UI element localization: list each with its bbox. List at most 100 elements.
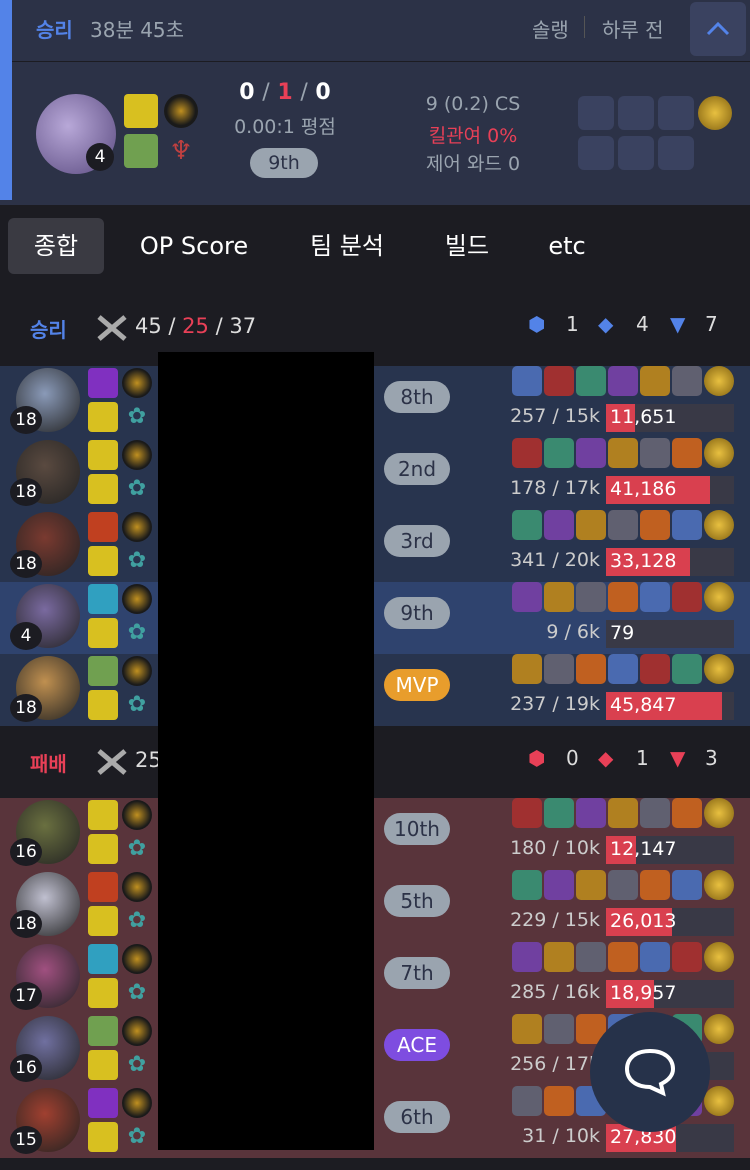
item-icon[interactable]: [544, 870, 574, 900]
tab-op-score[interactable]: OP Score: [124, 218, 264, 274]
item-icon[interactable]: [576, 654, 606, 684]
item-icon[interactable]: [608, 510, 638, 540]
item-icon[interactable]: [544, 438, 574, 468]
item-icon[interactable]: [512, 942, 542, 972]
summoner-spell-icon[interactable]: [88, 1016, 118, 1046]
summoner-spell-icon[interactable]: [88, 656, 118, 686]
item-icon[interactable]: [608, 654, 638, 684]
summoner-spell-icon[interactable]: [88, 690, 118, 720]
item-icon[interactable]: [640, 654, 670, 684]
item-icon[interactable]: [544, 798, 574, 828]
secondary-rune-icon[interactable]: ✿: [122, 690, 152, 720]
item-icon[interactable]: [544, 366, 574, 396]
item-icon[interactable]: [576, 942, 606, 972]
rune-icon[interactable]: [122, 1088, 152, 1118]
item-icon[interactable]: [576, 438, 606, 468]
item-icon[interactable]: [512, 1086, 542, 1116]
summoner-spell-icon[interactable]: [88, 618, 118, 648]
secondary-rune-icon[interactable]: ✿: [122, 1122, 152, 1152]
item-icon[interactable]: [608, 366, 638, 396]
summoner-spell-icon[interactable]: [88, 402, 118, 432]
secondary-rune-icon[interactable]: ✿: [122, 402, 152, 432]
summoner-spell-icon[interactable]: [88, 944, 118, 974]
player-row[interactable]: 18 ✿ 8th 257 / 15k 11,651: [0, 366, 750, 438]
secondary-rune-icon[interactable]: ✿: [122, 906, 152, 936]
summoner-spell-icon[interactable]: [88, 834, 118, 864]
item-icon[interactable]: [576, 798, 606, 828]
item-icon[interactable]: [640, 510, 670, 540]
rune-icon[interactable]: [122, 1016, 152, 1046]
tab-etc[interactable]: etc: [528, 218, 606, 274]
secondary-rune-icon[interactable]: ✿: [122, 618, 152, 648]
trinket-icon[interactable]: [704, 798, 734, 828]
player-row[interactable]: 4 ✿ 9th 9 / 6k 79: [0, 582, 750, 654]
trinket-icon[interactable]: [704, 366, 734, 396]
rune-icon[interactable]: [122, 800, 152, 830]
rune-icon[interactable]: [122, 440, 152, 470]
player-row[interactable]: 18 ✿ MVP 237 / 19k 45,847: [0, 654, 750, 726]
rune-icon[interactable]: [122, 368, 152, 398]
trinket-icon[interactable]: [698, 96, 732, 130]
secondary-rune-icon[interactable]: ✿: [122, 978, 152, 1008]
item-icon[interactable]: [512, 510, 542, 540]
player-row[interactable]: 18 ✿ 3rd 341 / 20k 33,128: [0, 510, 750, 582]
summoner-spell-icon[interactable]: [88, 440, 118, 470]
item-icon[interactable]: [672, 582, 702, 612]
summoner-spell-icon[interactable]: [88, 368, 118, 398]
keystone-rune-icon[interactable]: [164, 94, 198, 128]
player-row[interactable]: 16 ✿ 10th 180 / 10k 12,147: [0, 798, 750, 870]
item-icon[interactable]: [608, 870, 638, 900]
summoner-spell-icon[interactable]: [88, 1088, 118, 1118]
rune-icon[interactable]: [122, 512, 152, 542]
item-icon[interactable]: [672, 942, 702, 972]
player-row[interactable]: 18 ✿ 2nd 178 / 17k 41,186: [0, 438, 750, 510]
item-icon[interactable]: [576, 366, 606, 396]
trinket-icon[interactable]: [704, 870, 734, 900]
trinket-icon[interactable]: [704, 1014, 734, 1044]
secondary-rune-icon[interactable]: ✿: [122, 834, 152, 864]
rune-icon[interactable]: [122, 944, 152, 974]
tab-overview[interactable]: 종합: [8, 218, 104, 274]
item-icon[interactable]: [640, 438, 670, 468]
secondary-rune-icon[interactable]: ✿: [122, 1050, 152, 1080]
item-icon[interactable]: [544, 942, 574, 972]
item-icon[interactable]: [544, 582, 574, 612]
item-icon[interactable]: [672, 438, 702, 468]
tab-team-analysis[interactable]: 팀 분석: [290, 218, 404, 274]
item-icon[interactable]: [512, 438, 542, 468]
summoner-spell-icon[interactable]: [88, 800, 118, 830]
item-icon[interactable]: [608, 438, 638, 468]
item-icon[interactable]: [608, 798, 638, 828]
summoner-spell-icon[interactable]: [88, 1050, 118, 1080]
trinket-icon[interactable]: [704, 1086, 734, 1116]
item-icon[interactable]: [672, 510, 702, 540]
secondary-rune-icon[interactable]: ✿: [122, 474, 152, 504]
summoner-spell-icon[interactable]: [88, 512, 118, 542]
item-icon[interactable]: [512, 870, 542, 900]
secondary-rune-icon[interactable]: ♆: [164, 134, 198, 168]
item-icon[interactable]: [640, 942, 670, 972]
summoner-spell-icon[interactable]: [88, 474, 118, 504]
summoner-spell-icon[interactable]: [88, 906, 118, 936]
rune-icon[interactable]: [122, 656, 152, 686]
item-icon[interactable]: [544, 1086, 574, 1116]
summoner-spell-icon[interactable]: [88, 1122, 118, 1152]
item-icon[interactable]: [608, 942, 638, 972]
summoner-spell-icon[interactable]: [88, 978, 118, 1008]
match-card[interactable]: 승리 38분 45초 솔랭 하루 전 4 ♆ 0 / 1 / 0 0.00:1 …: [0, 0, 750, 205]
collapse-button[interactable]: [690, 2, 746, 56]
item-icon[interactable]: [512, 1014, 542, 1044]
item-icon[interactable]: [576, 870, 606, 900]
summoner-spell-icon[interactable]: [88, 584, 118, 614]
item-icon[interactable]: [608, 582, 638, 612]
item-icon[interactable]: [672, 798, 702, 828]
rune-icon[interactable]: [122, 872, 152, 902]
player-row[interactable]: 17 ✿ 7th 285 / 16k 18,957: [0, 942, 750, 1014]
item-icon[interactable]: [640, 798, 670, 828]
trinket-icon[interactable]: [704, 942, 734, 972]
rune-icon[interactable]: [122, 584, 152, 614]
trinket-icon[interactable]: [704, 438, 734, 468]
item-icon[interactable]: [544, 654, 574, 684]
flash-spell-icon[interactable]: [124, 94, 158, 128]
item-icon[interactable]: [512, 798, 542, 828]
